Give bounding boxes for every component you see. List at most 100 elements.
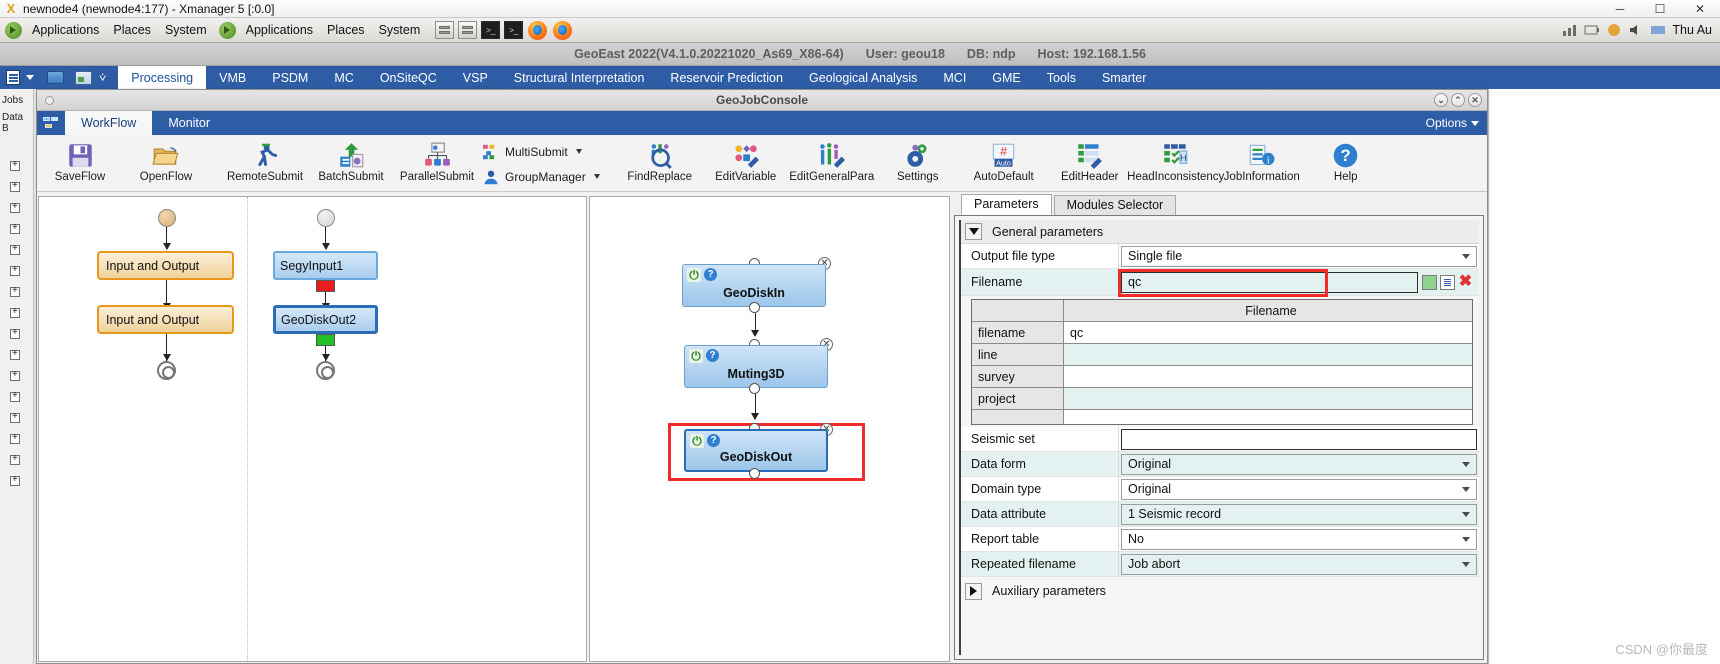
battery-icon[interactable]	[1584, 22, 1600, 38]
close-button[interactable]: ✕	[1680, 0, 1720, 18]
domain-type-select[interactable]: Original	[1121, 478, 1477, 500]
tab-geological-analysis[interactable]: Geological Analysis	[796, 66, 930, 89]
maximize-button[interactable]: ⌃	[1451, 93, 1465, 107]
menu-system-1[interactable]: System	[158, 21, 214, 39]
node-input-and-output-1[interactable]: Input and Output	[97, 251, 234, 280]
node-port-bottom[interactable]	[749, 468, 760, 479]
bell-icon[interactable]	[1606, 22, 1622, 38]
expand-toggle-auxiliary[interactable]	[965, 582, 982, 600]
data-form-select[interactable]: Original	[1121, 453, 1477, 475]
tree-expander[interactable]	[10, 201, 20, 213]
list-button[interactable]: ≣	[1440, 274, 1455, 290]
tree-expander[interactable]	[10, 222, 20, 234]
help-button[interactable]: ? Help	[1318, 137, 1374, 183]
tree-expander[interactable]	[10, 348, 20, 360]
firefox-icon-2[interactable]	[553, 20, 573, 40]
help-icon[interactable]: ?	[707, 434, 720, 447]
keyboard-icon[interactable]	[1650, 22, 1666, 38]
tab-tools[interactable]: Tools	[1034, 66, 1089, 89]
project-folder-icon[interactable]	[75, 70, 92, 85]
tree-expander[interactable]	[10, 306, 20, 318]
collapse-button[interactable]: ⌄	[1434, 93, 1448, 107]
file-manager-icon-2[interactable]	[458, 21, 478, 39]
headinconsistency-button[interactable]: H HeadInconsistency	[1127, 137, 1224, 183]
data-attribute-select[interactable]: 1 Seismic record	[1121, 503, 1477, 525]
tab-workflow[interactable]: WorkFlow	[65, 111, 153, 135]
openflow-button[interactable]: OpenFlow	[123, 137, 209, 183]
row-value[interactable]	[1064, 366, 1472, 388]
editvariable-button[interactable]: EditVariable	[703, 137, 789, 183]
firefox-icon[interactable]	[528, 20, 548, 40]
tab-modules-selector[interactable]: Modules Selector	[1053, 195, 1177, 215]
tree-expander[interactable]	[10, 159, 20, 171]
repeated-filename-select[interactable]: Job abort	[1121, 553, 1477, 575]
tab-reservoir-prediction[interactable]: Reservoir Prediction	[657, 66, 796, 89]
tree-expander[interactable]	[10, 453, 20, 465]
tab-monitor[interactable]: Monitor	[152, 111, 226, 135]
tree-expander[interactable]	[10, 327, 20, 339]
workflow-canvas-left[interactable]: Input and Output Input and Output SegyIn…	[38, 196, 587, 662]
terminal-icon-2[interactable]: >_	[504, 21, 524, 39]
flow-end-node-2[interactable]	[316, 361, 335, 380]
tab-mci[interactable]: MCI	[930, 66, 979, 89]
folder-icon[interactable]	[47, 71, 64, 84]
saveflow-button[interactable]: SaveFlow	[37, 137, 123, 183]
help-icon[interactable]: ?	[704, 268, 717, 281]
node-port-bottom[interactable]	[749, 383, 760, 394]
apply-green-button[interactable]	[1422, 274, 1437, 290]
maximize-button[interactable]: ☐	[1640, 0, 1680, 18]
gnome-foot-icon-2[interactable]	[218, 21, 236, 39]
node-port-bottom[interactable]	[749, 302, 760, 313]
power-icon[interactable]: ⏻	[687, 268, 701, 282]
remotesubmit-button[interactable]: RemoteSubmit	[222, 137, 308, 183]
row-value[interactable]	[1064, 344, 1472, 366]
rail-label-jobs[interactable]: Jobs	[0, 89, 33, 106]
minimize-button[interactable]: ─	[1600, 0, 1640, 18]
delete-red-button[interactable]: ✖	[1458, 274, 1473, 290]
table-row[interactable]: project	[972, 388, 1472, 410]
multisubmit-button[interactable]: MultiSubmit	[482, 139, 600, 164]
options-menu[interactable]: Options	[1426, 111, 1487, 135]
menu-places-2[interactable]: Places	[320, 21, 372, 39]
tab-structural-interpretation[interactable]: Structural Interpretation	[501, 66, 658, 89]
tree-expander[interactable]	[10, 180, 20, 192]
tab-gme[interactable]: GME	[979, 66, 1033, 89]
tree-expander[interactable]	[10, 411, 20, 423]
general-parameters-header[interactable]: General parameters	[961, 220, 1479, 244]
menu-system-2[interactable]: System	[372, 21, 428, 39]
seismic-set-input[interactable]	[1121, 428, 1477, 450]
node-segyinput1[interactable]: SegyInput1	[273, 251, 378, 280]
output-file-type-select[interactable]: Single file	[1121, 245, 1477, 267]
flow-start-node-2[interactable]	[317, 209, 335, 227]
power-icon[interactable]: ⏻	[689, 349, 703, 363]
gnome-foot-icon[interactable]	[5, 21, 22, 39]
table-row[interactable]: survey	[972, 366, 1472, 388]
parameters-scroll-area[interactable]: General parameters Output file type Sing…	[959, 220, 1479, 655]
tab-smarter[interactable]: Smarter	[1089, 66, 1159, 89]
tree-expander[interactable]	[10, 243, 20, 255]
settings-button[interactable]: Settings	[875, 137, 961, 183]
tree-expander[interactable]	[10, 285, 20, 297]
parallelsubmit-button[interactable]: ParallelSubmit	[394, 137, 480, 183]
report-table-select[interactable]: No	[1121, 528, 1477, 550]
tree-expander[interactable]	[10, 369, 20, 381]
tab-psdm[interactable]: PSDM	[259, 66, 321, 89]
collapse-toggle-general[interactable]	[965, 223, 982, 240]
auxiliary-parameters-header[interactable]: Auxiliary parameters	[961, 579, 1479, 603]
autodefault-button[interactable]: # Auto AutoDefault	[961, 137, 1047, 183]
menu-applications-1[interactable]: Applications	[25, 21, 106, 39]
batchsubmit-button[interactable]: BatchSubmit	[308, 137, 394, 183]
flow-start-node[interactable]	[158, 209, 176, 227]
editgeneralpara-button[interactable]: EditGeneralPara	[789, 137, 875, 183]
network-icon[interactable]	[1562, 22, 1578, 38]
close-button[interactable]: ✕	[1468, 93, 1482, 107]
tab-processing[interactable]: Processing	[118, 66, 207, 89]
tree-expander[interactable]	[10, 264, 20, 276]
tree-expander[interactable]	[10, 432, 20, 444]
rail-label-data-base[interactable]: Data B	[0, 106, 33, 134]
menu-places-1[interactable]: Places	[106, 21, 158, 39]
clock[interactable]: Thu Au	[1672, 23, 1712, 37]
node-muting3d[interactable]: ⏻ ? Muting3D	[684, 345, 828, 388]
node-geodiskout2[interactable]: GeoDiskOut2	[273, 305, 378, 334]
tree-expander[interactable]	[10, 474, 20, 486]
